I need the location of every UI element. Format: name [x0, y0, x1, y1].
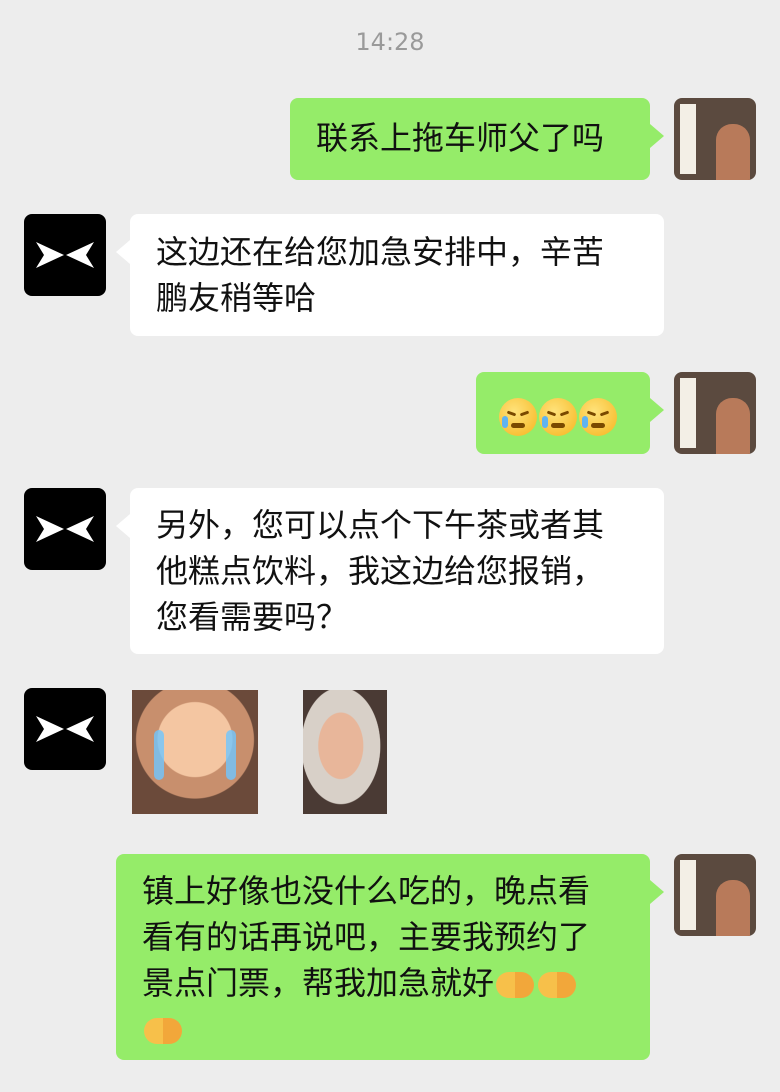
handshake-icon: [144, 1018, 182, 1044]
brand-logo-icon: [36, 716, 94, 742]
user-avatar[interactable]: [674, 372, 756, 454]
crying-baby-sticker[interactable]: [132, 690, 258, 814]
message-text: 联系上拖车师父了吗: [316, 119, 605, 157]
message-line: 另外，您可以点个下午茶或者其: [156, 506, 605, 544]
handshake-icon: [496, 972, 535, 998]
avatar-figure-shape: [716, 398, 750, 454]
outgoing-message-bubble[interactable]: 镇上好像也没什么吃的，晚点看 看有的话再说吧，主要我预约了 景点门票，帮我加急就…: [116, 854, 664, 1060]
message-line: [142, 1006, 624, 1052]
message-line: 您看需要吗？: [156, 598, 349, 636]
avatar-sign-shape: [680, 860, 696, 930]
crying-face-icon: [499, 398, 537, 436]
avatar-sign-shape: [680, 104, 696, 174]
agent-avatar[interactable]: [24, 214, 106, 296]
avatar-figure-shape: [716, 124, 750, 180]
baby-fist-sticker[interactable]: [303, 690, 387, 814]
message-line: 鹏友稍等哈: [156, 279, 317, 317]
crying-face-icon: [579, 398, 617, 436]
crying-face-icon: [539, 398, 577, 436]
user-avatar[interactable]: [674, 854, 756, 936]
message-line: 看有的话再说吧，主要我预约了: [142, 918, 591, 956]
tear-shape: [226, 730, 236, 780]
message-line: 景点门票，帮我加急就好: [142, 960, 624, 1006]
message-line: 这边还在给您加急安排中，辛苦: [156, 233, 605, 271]
handshake-icon: [538, 972, 577, 998]
chat-timestamp: 14:28: [355, 28, 425, 56]
incoming-message-bubble[interactable]: 另外，您可以点个下午茶或者其 他糕点饮料，我这边给您报销， 您看需要吗？: [116, 488, 664, 654]
user-avatar[interactable]: [674, 98, 756, 180]
outgoing-message-bubble[interactable]: 联系上拖车师父了吗: [290, 98, 664, 180]
message-line: 他糕点饮料，我这边给您报销，: [156, 552, 605, 590]
brand-logo-icon: [36, 242, 94, 268]
message-line: 镇上好像也没什么吃的，晚点看: [142, 872, 591, 910]
tear-shape: [154, 730, 164, 780]
agent-avatar[interactable]: [24, 688, 106, 770]
outgoing-emoji-bubble[interactable]: [476, 372, 664, 454]
incoming-message-bubble[interactable]: 这边还在给您加急安排中，辛苦 鹏友稍等哈: [116, 214, 664, 336]
brand-logo-icon: [36, 516, 94, 542]
avatar-figure-shape: [716, 880, 750, 936]
avatar-sign-shape: [680, 378, 696, 448]
agent-avatar[interactable]: [24, 488, 106, 570]
